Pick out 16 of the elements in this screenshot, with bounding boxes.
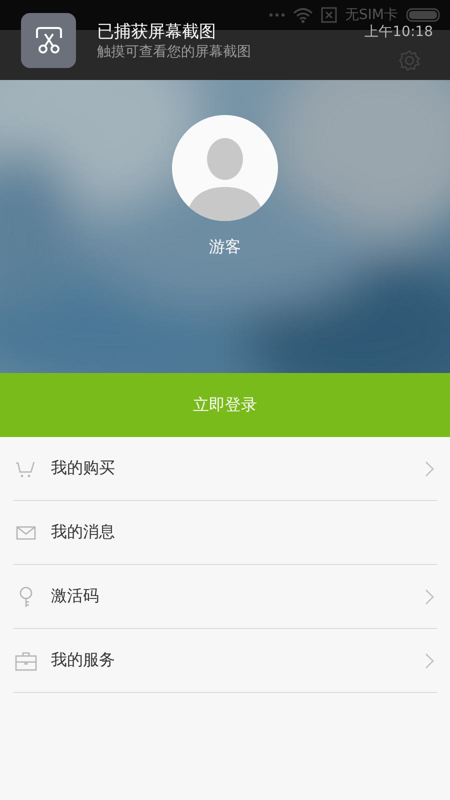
user-name: 游客 [209, 237, 241, 258]
carrier-label: 无SIM卡 [344, 6, 398, 24]
notification-time: 上午10:18 [364, 23, 433, 41]
menu-label: 我的消息 [51, 522, 116, 543]
sim-icon [320, 7, 337, 23]
screenshot-icon [21, 13, 76, 68]
wifi-icon [292, 8, 313, 22]
briefcase-icon [15, 650, 37, 672]
battery-icon [406, 8, 442, 22]
menu-label: 我的购买 [51, 458, 116, 479]
more-icon [268, 13, 285, 17]
menu-label: 我的服务 [51, 650, 116, 671]
menu-label: 激活码 [51, 586, 100, 607]
notification-title: 已捕获屏幕截图 [97, 21, 216, 43]
notification-text: 触摸可查看您的屏幕截图 [97, 43, 251, 61]
login-button[interactable]: 立即登录 [0, 373, 450, 437]
